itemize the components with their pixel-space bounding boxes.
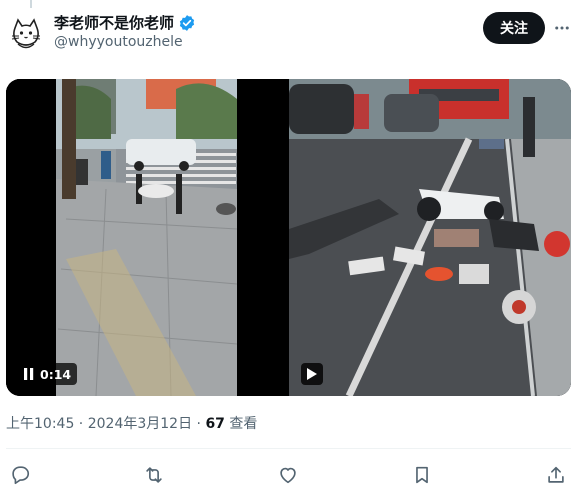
bookmark-icon	[416, 466, 428, 484]
share-icon	[548, 466, 564, 483]
repost-button[interactable]	[141, 462, 167, 488]
meta-separator: ·	[74, 416, 88, 432]
user-handle[interactable]: @whyyoutouzhele	[54, 34, 183, 50]
like-button[interactable]	[275, 462, 301, 488]
avatar[interactable]	[6, 14, 46, 54]
pause-icon	[24, 368, 34, 380]
play-icon	[307, 368, 317, 380]
verified-badge-icon	[179, 14, 195, 31]
name-row: 李老师不是你老师	[54, 12, 196, 33]
views-count: 67	[205, 416, 225, 432]
play-badge[interactable]	[301, 363, 323, 385]
more-options-button[interactable]	[550, 16, 574, 40]
repost-icon	[146, 467, 162, 483]
street-scene-image	[6, 79, 287, 396]
tweet-date[interactable]: 2024年3月12日	[88, 416, 192, 432]
video-time: 0:14	[40, 366, 72, 382]
media-grid: 0:14	[6, 79, 571, 396]
views-label: 查看	[229, 416, 258, 432]
tweet-header: 李老师不是你老师 @whyyoutouzhele 关注	[0, 8, 586, 58]
video-time-badge[interactable]: 0:14	[18, 363, 78, 385]
share-button[interactable]	[543, 462, 569, 488]
more-dots-icon	[555, 26, 569, 30]
follow-button[interactable]: 关注	[483, 12, 545, 44]
tweet-meta: 上午10:45 · 2024年3月12日 · 67 查看	[6, 413, 257, 433]
action-bar	[0, 460, 586, 490]
divider	[6, 448, 571, 449]
meta-separator: ·	[192, 416, 206, 432]
thread-connector	[30, 0, 32, 8]
cat-avatar-icon	[6, 14, 46, 54]
display-name[interactable]: 李老师不是你老师	[54, 12, 174, 33]
reply-icon	[12, 466, 30, 485]
road-scene-image	[289, 79, 571, 396]
heart-icon	[280, 467, 296, 484]
bookmark-button[interactable]	[409, 462, 435, 488]
tweet-time[interactable]: 上午10:45	[6, 416, 74, 432]
video-thumbnail-2[interactable]	[289, 79, 571, 396]
reply-button[interactable]	[7, 462, 33, 488]
video-thumbnail[interactable]: 0:14	[6, 79, 287, 396]
